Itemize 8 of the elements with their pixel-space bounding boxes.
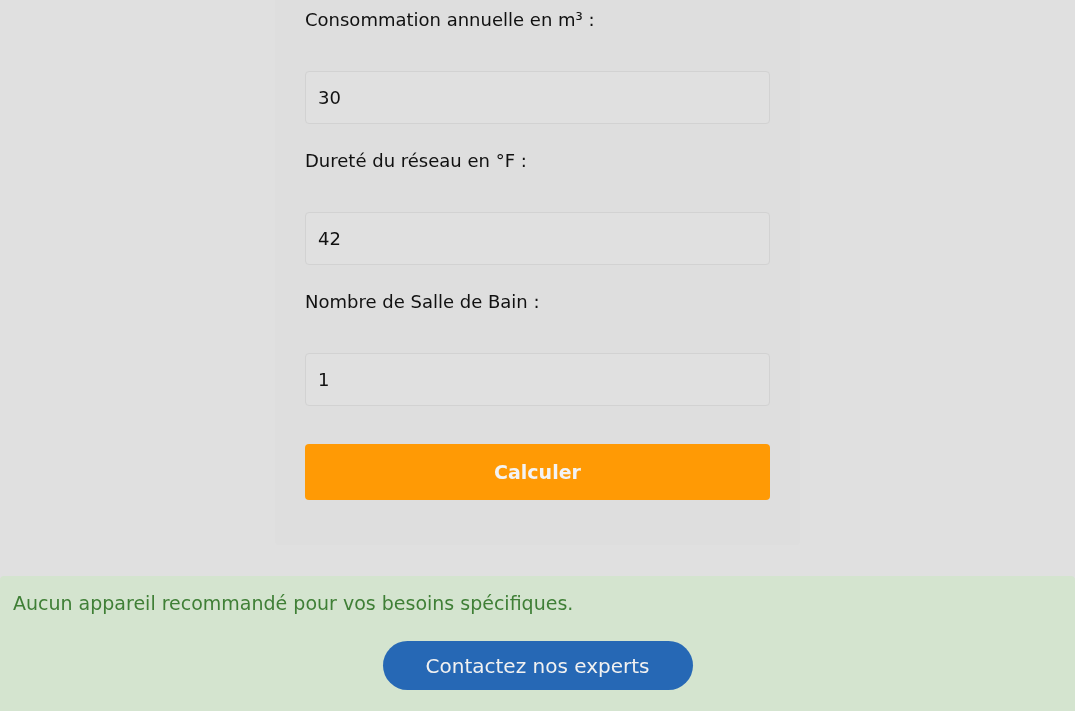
- input-field[interactable]: 30: [305, 71, 770, 124]
- field-label: Nombre de Salle de Bain :: [305, 290, 541, 314]
- input-field[interactable]: 42: [305, 212, 770, 265]
- field-label: Consommation annuelle en m³ :: [305, 8, 596, 32]
- contact-button[interactable]: Contactez nos experts: [382, 641, 693, 690]
- field-label: Dureté du réseau en °F :: [305, 149, 528, 173]
- input-field[interactable]: 1: [305, 353, 770, 406]
- result-message: Aucun appareil recommandé pour vos besoins spécifiques.: [13, 592, 575, 614]
